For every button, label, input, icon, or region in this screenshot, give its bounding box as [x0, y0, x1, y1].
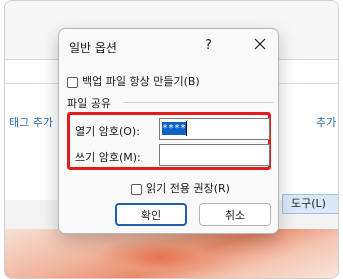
section-divider [123, 102, 273, 103]
file-sharing-heading: 파일 공유 [67, 97, 111, 110]
open-password-label: 열기 암호(O): [75, 125, 140, 138]
tools-button[interactable]: 도구(L) [282, 194, 338, 214]
close-icon[interactable] [250, 35, 270, 53]
background-image-detail [95, 237, 225, 277]
text-caret [186, 121, 187, 136]
ok-button[interactable]: 확인 [115, 203, 187, 226]
write-password-input[interactable] [159, 144, 270, 166]
open-password-input[interactable] [159, 118, 270, 140]
readonly-checkbox-row[interactable]: 읽기 전용 권장(R) [131, 180, 230, 196]
backup-label: 백업 파일 항상 만들기(B) [82, 75, 200, 88]
help-button[interactable]: ? [205, 38, 212, 53]
dialog-title: 일반 옵션 [69, 41, 117, 55]
add-tag-link[interactable]: 태그 추가 [9, 114, 53, 130]
readonly-checkbox[interactable] [131, 183, 142, 195]
add-tag-link-right[interactable]: 추가 [316, 114, 336, 130]
general-options-dialog: 일반 옵션 ? 백업 파일 항상 만들기(B) 파일 공유 열기 암호(O): … [58, 28, 279, 234]
backup-checkbox-row[interactable]: 백업 파일 항상 만들기(B) [67, 73, 200, 89]
backup-checkbox[interactable] [67, 76, 78, 88]
write-password-label: 쓰기 암호(M): [75, 151, 141, 164]
cancel-button[interactable]: 취소 [199, 203, 271, 226]
readonly-label: 읽기 전용 권장(R) [146, 182, 230, 195]
